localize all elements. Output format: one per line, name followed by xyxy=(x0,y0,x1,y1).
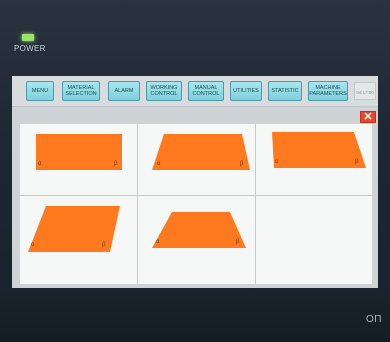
nav-machine-parameters-button[interactable]: MACHINE PARAMETERS xyxy=(308,81,348,101)
shape-right-corner-label: β xyxy=(355,159,359,165)
shape-left-corner-label: α xyxy=(31,242,35,248)
top-nav-bar: MENU MATERIAL SELECTION ALARM WORKING CO… xyxy=(12,76,378,107)
shape-right-corner-label: β xyxy=(240,161,244,167)
shape-cell-5[interactable]: α β xyxy=(138,196,256,284)
shape-cell-4[interactable]: α β xyxy=(20,196,138,284)
nav-working-control-button[interactable]: WORKING CONTROL xyxy=(146,81,182,101)
parallelogram-shape-icon xyxy=(28,206,120,252)
shape-left-corner-label: α xyxy=(157,161,161,167)
brand-mark: OП xyxy=(366,314,382,325)
nav-menu-button[interactable]: MENU xyxy=(26,81,54,101)
nav-alarm-button[interactable]: ALARM xyxy=(108,81,140,101)
device-bottom-bezel xyxy=(0,296,390,342)
nav-utilities-button[interactable]: UTILITIES xyxy=(230,81,262,101)
shape-left-corner-label: α xyxy=(275,159,279,165)
shape-right-corner-label: β xyxy=(114,161,118,167)
clock-display: 04:17:00 xyxy=(354,82,376,100)
clock-time: 04:17:00 xyxy=(356,90,374,95)
close-button[interactable]: ✕ xyxy=(360,111,376,123)
rectangle-shape-icon xyxy=(36,134,122,170)
hmi-screen: MENU MATERIAL SELECTION ALARM WORKING CO… xyxy=(12,76,378,288)
shape-cell-1[interactable]: α β xyxy=(20,124,138,196)
nav-statistic-button[interactable]: STATISTIC xyxy=(268,81,302,101)
power-label: POWER xyxy=(14,44,46,53)
shape-cell-2[interactable]: α β xyxy=(138,124,256,196)
shape-selection-grid: α β α β α β α β α β xyxy=(20,124,372,284)
shape-cell-6-empty xyxy=(256,196,372,284)
trapezoid-up-shape-icon xyxy=(152,134,250,170)
shape-left-corner-label: α xyxy=(38,161,42,167)
nav-material-selection-button[interactable]: MATERIAL SELECTION xyxy=(62,81,100,101)
shape-right-corner-label: β xyxy=(102,242,106,248)
nav-manual-control-button[interactable]: MANUAL CONTROL xyxy=(188,81,224,101)
shape-left-corner-label: α xyxy=(156,239,160,245)
shape-cell-3[interactable]: α β xyxy=(256,124,372,196)
power-indicator-icon xyxy=(22,34,34,41)
shape-right-corner-label: β xyxy=(236,239,240,245)
